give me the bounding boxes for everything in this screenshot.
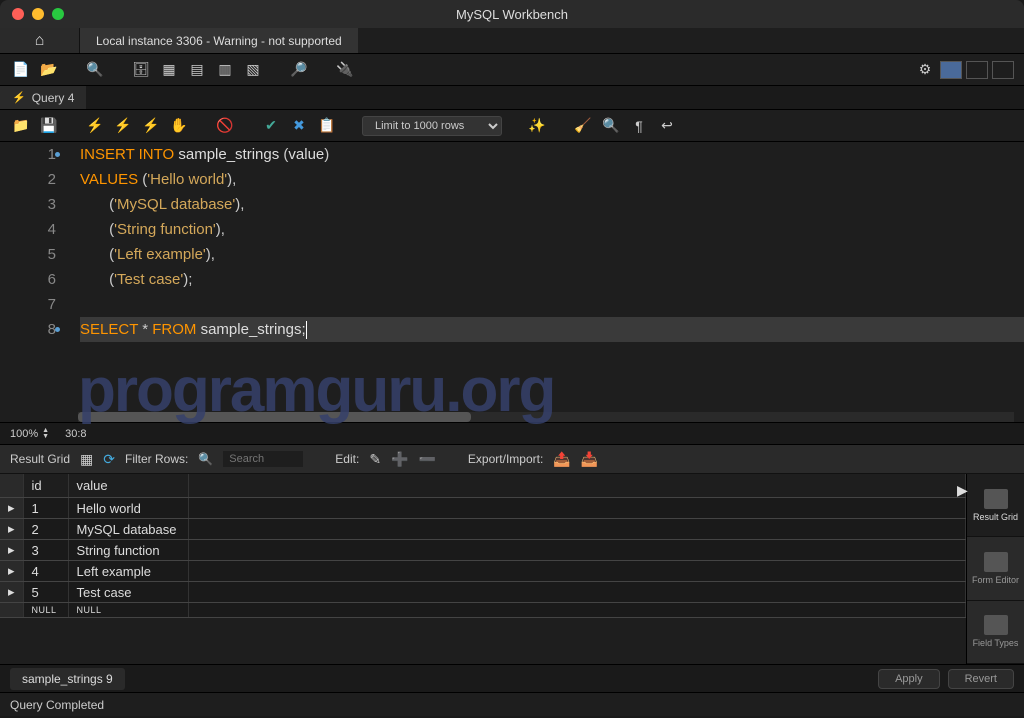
form-editor-tab[interactable]: Form Editor (967, 537, 1024, 600)
toggle-autocommit-button[interactable]: 🚫 (214, 115, 236, 137)
wrap-button[interactable]: ↩ (656, 115, 678, 137)
create-view-button[interactable]: ▤ (186, 59, 208, 81)
revert-button[interactable]: Revert (948, 669, 1014, 689)
status-bar: Query Completed (0, 692, 1024, 716)
export-label: Export/Import: (468, 452, 543, 466)
zoom-control[interactable]: 100% ▲▼ (10, 428, 49, 440)
field-icon (984, 615, 1008, 635)
editor-scrollbar-thumb[interactable] (78, 412, 471, 422)
toggle-bottom-panel-button[interactable] (966, 61, 988, 79)
create-schema-button[interactable]: 🗄 (130, 59, 152, 81)
main-toolbar: 📄 📂 🔍 🗄 ▦ ▤ ▥ ▧ 🔎 🔌 ⚙ (0, 54, 1024, 86)
result-table[interactable]: id value ▸1Hello world▸2MySQL database▸3… (0, 474, 966, 618)
row-selector-header[interactable] (0, 474, 23, 498)
close-window-button[interactable] (12, 8, 24, 20)
cursor-position: 30:8 (65, 428, 86, 440)
query-tab[interactable]: ⚡ Query 4 (0, 86, 86, 109)
editor-scrollbar[interactable] (78, 412, 1014, 422)
limit-select[interactable]: Limit to 1000 rows (362, 116, 502, 136)
delete-row-icon[interactable]: ➖ (418, 451, 435, 468)
minimize-window-button[interactable] (32, 8, 44, 20)
connection-bar: ⌂ Local instance 3306 - Warning - not su… (0, 28, 1024, 54)
execute-button[interactable]: ⚡ (84, 115, 106, 137)
create-procedure-button[interactable]: ▥ (214, 59, 236, 81)
table-row[interactable]: ▸5Test case (0, 582, 966, 603)
toggle-right-panel-button[interactable] (992, 61, 1014, 79)
grid-icon (984, 489, 1008, 509)
query-tabs: ⚡ Query 4 (0, 86, 1024, 110)
edit-row-icon[interactable]: ✎ (369, 451, 381, 468)
collapse-arrow-icon[interactable]: ▶ (957, 482, 968, 499)
find-button[interactable]: 🧹 (572, 115, 594, 137)
filter-label: Filter Rows: (125, 452, 188, 466)
save-file-button[interactable]: 💾 (38, 115, 60, 137)
result-grid-tab[interactable]: Result Grid (967, 474, 1024, 537)
bolt-icon: ⚡ (12, 91, 26, 104)
export-icon[interactable]: 📤 (553, 451, 570, 468)
result-grid-label: Result Grid (10, 452, 70, 466)
explain-button[interactable]: ⚡ (140, 115, 162, 137)
query-tab-label: Query 4 (32, 91, 75, 105)
toggle-limit-button[interactable]: 📋 (316, 115, 338, 137)
column-header-empty (188, 474, 965, 498)
column-header-id[interactable]: id (23, 474, 68, 498)
commit-button[interactable]: ✔ (260, 115, 282, 137)
column-header-value[interactable]: value (68, 474, 188, 498)
field-types-tab[interactable]: Field Types (967, 601, 1024, 664)
editor-status-bar: 100% ▲▼ 30:8 (0, 422, 1024, 444)
search-table-data-button[interactable]: 🔎 (288, 59, 310, 81)
result-tab[interactable]: sample_strings 9 (10, 668, 125, 690)
stop-button[interactable]: ✋ (168, 115, 190, 137)
open-file-button[interactable]: 📁 (10, 115, 32, 137)
editor-code[interactable]: INSERT INTO sample_strings (value)VALUES… (68, 142, 1024, 422)
bottom-tabs: sample_strings 9 Apply Revert (0, 664, 1024, 692)
zoom-value: 100% (10, 428, 38, 440)
search-icon: 🔍 (198, 452, 213, 466)
sql-editor[interactable]: 12345678 INSERT INTO sample_strings (val… (0, 142, 1024, 422)
result-grid[interactable]: id value ▸1Hello world▸2MySQL database▸3… (0, 474, 966, 664)
rollback-button[interactable]: ✖ (288, 115, 310, 137)
inspector-button[interactable]: 🔍 (84, 59, 106, 81)
status-text: Query Completed (10, 698, 104, 712)
apply-button[interactable]: Apply (878, 669, 940, 689)
refresh-icon[interactable]: ⟳ (103, 451, 115, 468)
add-row-icon[interactable]: ➕ (391, 451, 408, 468)
traffic-lights (0, 8, 64, 20)
beautify-button[interactable]: ✨ (526, 115, 548, 137)
form-icon (984, 552, 1008, 572)
maximize-window-button[interactable] (52, 8, 64, 20)
settings-icon[interactable]: ⚙ (914, 59, 936, 81)
grid-view-icon[interactable]: ▦ (80, 451, 93, 468)
home-tab[interactable]: ⌂ (0, 28, 80, 53)
result-toolbar: Result Grid ▦ ⟳ Filter Rows: 🔍 Edit: ✎ ➕… (0, 444, 1024, 474)
window-title: MySQL Workbench (456, 7, 568, 22)
toggle-left-panel-button[interactable] (940, 61, 962, 79)
open-sql-file-button[interactable]: 📂 (38, 59, 60, 81)
zoom-arrows-icon[interactable]: ▲▼ (42, 428, 49, 440)
table-row[interactable]: ▸2MySQL database (0, 519, 966, 540)
connection-tab[interactable]: Local instance 3306 - Warning - not supp… (80, 28, 358, 53)
filter-input[interactable] (223, 451, 303, 467)
create-function-button[interactable]: ▧ (242, 59, 264, 81)
search-button[interactable]: 🔍 (600, 115, 622, 137)
invisible-chars-button[interactable]: ¶ (628, 115, 650, 137)
result-sidebar: ▶ Result Grid Form Editor Field Types (966, 474, 1024, 664)
table-row[interactable]: ▸3String function (0, 540, 966, 561)
table-row[interactable]: ▸4Left example (0, 561, 966, 582)
home-icon: ⌂ (35, 32, 45, 50)
editor-toolbar: 📁 💾 ⚡ ⚡ ⚡ ✋ 🚫 ✔ ✖ 📋 Limit to 1000 rows ✨… (0, 110, 1024, 142)
create-table-button[interactable]: ▦ (158, 59, 180, 81)
edit-label: Edit: (335, 452, 359, 466)
editor-gutter: 12345678 (0, 142, 68, 422)
import-icon[interactable]: 📥 (581, 451, 598, 468)
titlebar: MySQL Workbench (0, 0, 1024, 28)
table-row[interactable]: ▸1Hello world (0, 498, 966, 519)
result-area: id value ▸1Hello world▸2MySQL database▸3… (0, 474, 1024, 664)
table-row-null[interactable]: NULLNULL (0, 603, 966, 618)
execute-current-button[interactable]: ⚡ (112, 115, 134, 137)
new-sql-tab-button[interactable]: 📄 (10, 59, 32, 81)
reconnect-button[interactable]: 🔌 (334, 59, 356, 81)
